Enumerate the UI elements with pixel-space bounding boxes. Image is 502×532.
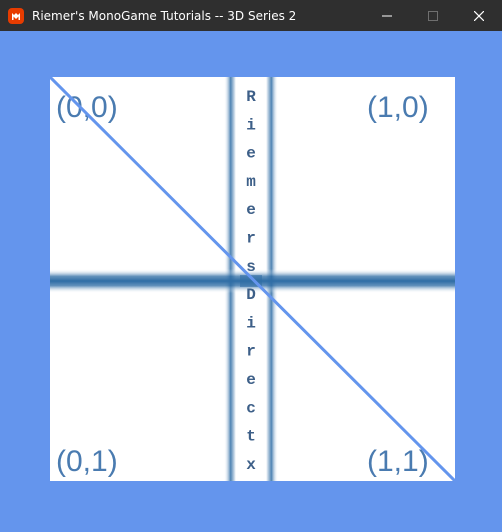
vertical-text-letter: m	[246, 173, 256, 191]
corner-label-top-left: (0,0)	[56, 91, 118, 124]
vertical-text-letter: R	[246, 88, 256, 106]
texture-svg: RiemersDirectx (0,0) (1,0) (0,1) (1,1)	[50, 77, 455, 481]
vertical-text-letter: D	[246, 286, 256, 304]
vertical-text-letter: x	[246, 456, 256, 474]
title-bar[interactable]: Riemer's MonoGame Tutorials -- 3D Series…	[0, 0, 502, 31]
window-title: Riemer's MonoGame Tutorials -- 3D Series…	[32, 8, 297, 23]
vertical-text-letter: e	[246, 201, 256, 219]
monogame-icon	[8, 7, 24, 24]
textured-quad: RiemersDirectx (0,0) (1,0) (0,1) (1,1)	[50, 77, 455, 481]
vertical-text-letter: r	[246, 230, 256, 248]
vertical-text-letter: t	[246, 428, 256, 446]
vertical-text-letter: e	[246, 145, 256, 163]
minimize-icon	[382, 11, 392, 21]
corner-label-top-right: (1,0)	[367, 91, 429, 124]
corner-label-bottom-left: (0,1)	[56, 445, 118, 478]
close-icon	[474, 10, 484, 21]
maximize-icon	[428, 10, 438, 21]
vertical-text-letter: i	[246, 116, 256, 134]
vertical-text-letter: i	[246, 314, 256, 332]
vertical-text-letter: c	[246, 399, 256, 417]
game-viewport[interactable]: RiemersDirectx (0,0) (1,0) (0,1) (1,1)	[0, 31, 502, 532]
maximize-button	[410, 0, 456, 31]
vertical-text-letter: r	[246, 343, 256, 361]
corner-label-bottom-right: (1,1)	[367, 445, 429, 478]
vertical-text-letter: e	[246, 371, 256, 389]
app-window: Riemer's MonoGame Tutorials -- 3D Series…	[0, 0, 502, 532]
minimize-button[interactable]	[364, 0, 410, 31]
close-button[interactable]	[456, 0, 502, 31]
